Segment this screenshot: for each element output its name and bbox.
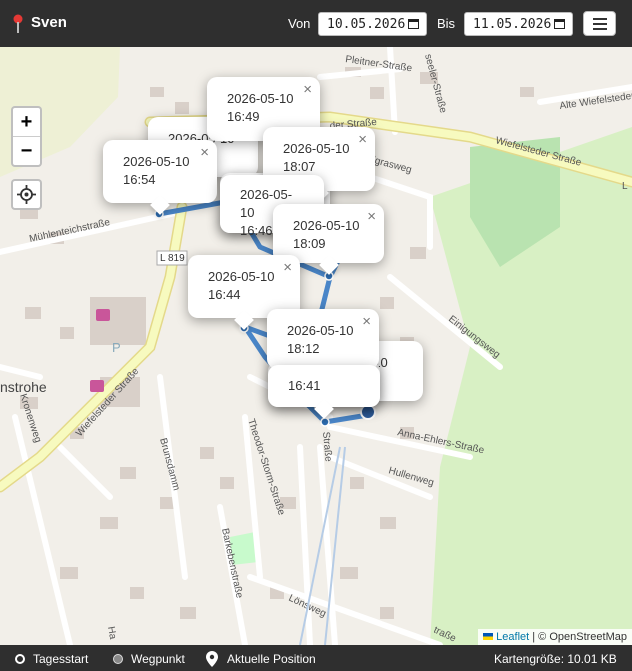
road-ref-l819: L 819	[160, 253, 185, 264]
waypoint-popup[interactable]: × 2026-05-10 18:12	[267, 309, 379, 369]
top-bar: Sven Von 10.05.2026 Bis 11.05.2026	[0, 0, 632, 47]
from-date-value: 10.05.2026	[327, 17, 406, 32]
popup-date: 2026-05-10	[227, 91, 294, 106]
hamburger-icon	[593, 18, 607, 20]
crosshair-icon	[17, 185, 36, 204]
to-date-input[interactable]: 11.05.2026	[464, 12, 573, 36]
close-icon[interactable]: ×	[362, 313, 371, 331]
menu-button[interactable]	[583, 11, 616, 36]
from-label: Von	[288, 16, 311, 31]
user-name: Sven	[31, 14, 67, 31]
popup-date: 2026-05-10	[293, 218, 360, 233]
popup-date: 2026-05-10	[123, 154, 190, 169]
osm-attribution: | © OpenStreetMap	[532, 631, 627, 643]
popup-time: 16:41	[288, 378, 321, 393]
zoom-control: + −	[11, 106, 42, 167]
day-start-dot-icon	[15, 654, 25, 664]
close-icon[interactable]: ×	[303, 81, 312, 99]
place-label-rastrohe: nstrohe	[0, 379, 47, 395]
waypoint-marker[interactable]	[320, 417, 330, 427]
zoom-in-button[interactable]: +	[13, 108, 40, 137]
ukraine-flag-icon	[483, 633, 494, 640]
popup-date: 2026-05-10	[283, 141, 350, 156]
locate-button[interactable]	[11, 179, 42, 210]
current-position-marker[interactable]	[360, 404, 376, 420]
street-label-ha: Ha	[105, 626, 118, 641]
calendar-icon[interactable]	[408, 18, 419, 29]
popup-date: 2026-05-10	[208, 269, 275, 284]
close-icon[interactable]: ×	[200, 144, 209, 162]
zoom-out-button[interactable]: −	[13, 137, 40, 165]
popup-time: 16:44	[208, 287, 241, 302]
popup-time: 18:12	[287, 341, 320, 356]
legend-day-start: Tagesstart	[33, 652, 89, 666]
popup-time: 16:49	[227, 109, 260, 124]
legend-waypoint: Wegpunkt	[131, 652, 185, 666]
to-label: Bis	[437, 16, 456, 31]
location-pin-icon	[206, 651, 218, 667]
waypoint-popup[interactable]: 16:41	[268, 365, 380, 419]
popup-time: 18:07	[283, 159, 316, 174]
map-view[interactable]: Mühlenteichstraße Wiefelsteder Straße de…	[0, 47, 632, 645]
map-size-label: Kartengröße: 10.01 KB	[494, 652, 617, 666]
close-icon[interactable]: ×	[358, 131, 367, 149]
waypoint-popup[interactable]: × 2026-05-10 16:54	[103, 140, 217, 215]
calendar-icon[interactable]	[554, 18, 565, 29]
shop-icon	[90, 380, 104, 392]
popup-time: 16:54	[123, 172, 156, 187]
legend-current-position: Aktuelle Position	[227, 652, 316, 666]
popup-date: 2026-05-10	[287, 323, 354, 338]
street-label-l-right: L	[622, 181, 628, 192]
close-icon[interactable]: ×	[367, 208, 376, 226]
to-date-value: 11.05.2026	[473, 17, 552, 32]
map-attribution: Leaflet | © OpenStreetMap	[478, 629, 632, 645]
waypoint-dot-icon	[113, 654, 123, 664]
legend-bar: Tagesstart Wegpunkt Aktuelle Position Ka…	[0, 645, 632, 671]
from-date-input[interactable]: 10.05.2026	[318, 12, 427, 36]
popup-time: 18:09	[293, 236, 326, 251]
shop-icon	[96, 309, 110, 321]
close-icon[interactable]: ×	[283, 259, 292, 277]
parking-icon: P	[112, 340, 121, 355]
leaflet-link[interactable]: Leaflet	[496, 631, 529, 643]
map-pin-icon	[13, 14, 23, 33]
